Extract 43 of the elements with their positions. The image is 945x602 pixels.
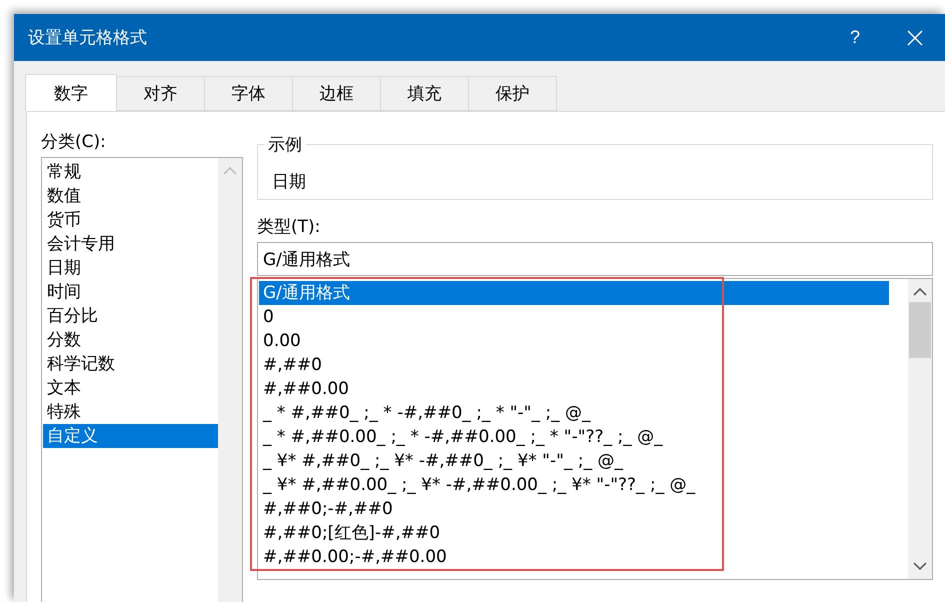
tab[interactable]: 对齐: [116, 76, 205, 111]
category-item[interactable]: 数值: [43, 184, 218, 208]
category-item[interactable]: 特殊: [43, 400, 218, 424]
scrollbar[interactable]: [908, 279, 932, 579]
sample-label: 示例: [264, 135, 306, 155]
category-item[interactable]: 常规: [43, 160, 218, 184]
tab[interactable]: 填充: [380, 76, 469, 111]
scroll-up-icon[interactable]: [913, 287, 927, 296]
type-item[interactable]: #,##0;[红色]-#,##0: [259, 521, 889, 545]
type-item[interactable]: _ * #,##0.00_ ;_ * -#,##0.00_ ;_ * "-"??_ ;_ @_: [259, 425, 889, 449]
type-item[interactable]: #,##0;-#,##0: [259, 497, 889, 521]
category-item[interactable]: 会计专用: [43, 232, 218, 256]
scrollbar[interactable]: [218, 158, 242, 602]
type-item[interactable]: G/通用格式: [259, 281, 889, 305]
help-button[interactable]: ?: [825, 14, 885, 61]
type-input-field[interactable]: G/通用格式: [257, 242, 933, 276]
type-item[interactable]: _ * #,##0_ ;_ * -#,##0_ ;_ * "-"_ ;_ @_: [259, 401, 889, 425]
tab[interactable]: 数字: [25, 74, 117, 111]
category-item[interactable]: 日期: [43, 256, 218, 280]
type-item[interactable]: #,##0.00: [259, 377, 889, 401]
tab[interactable]: 字体: [204, 76, 293, 111]
category-item[interactable]: 分数: [43, 328, 218, 352]
category-item[interactable]: 科学记数: [43, 352, 218, 376]
category-item[interactable]: 文本: [43, 376, 218, 400]
category-item[interactable]: 自定义: [43, 424, 218, 448]
type-item[interactable]: #,##0: [259, 353, 889, 377]
window-title: 设置单元格格式: [28, 27, 148, 49]
tab[interactable]: 保护: [468, 76, 557, 111]
category-item[interactable]: 百分比: [43, 304, 218, 328]
category-label: 分类(C):: [41, 132, 107, 152]
type-item[interactable]: 0.00: [259, 329, 889, 353]
category-item[interactable]: 货币: [43, 208, 218, 232]
type-item[interactable]: 0: [259, 305, 889, 329]
scroll-down-icon[interactable]: [913, 562, 927, 571]
scroll-thumb[interactable]: [909, 302, 931, 358]
type-item[interactable]: _ ¥* #,##0.00_ ;_ ¥* -#,##0.00_ ;_ ¥* "-"??_ ;_ @_: [259, 473, 889, 497]
tab[interactable]: 边框: [292, 76, 381, 111]
type-item[interactable]: #,##0.00;-#,##0.00: [259, 545, 889, 569]
sample-value: 日期: [272, 172, 306, 192]
close-icon: [907, 30, 923, 46]
type-label: 类型(T):: [257, 217, 322, 237]
category-item[interactable]: 时间: [43, 280, 218, 304]
type-item[interactable]: _ ¥* #,##0_ ;_ ¥* -#,##0_ ;_ ¥* "-"_ ;_ @_: [259, 449, 889, 473]
